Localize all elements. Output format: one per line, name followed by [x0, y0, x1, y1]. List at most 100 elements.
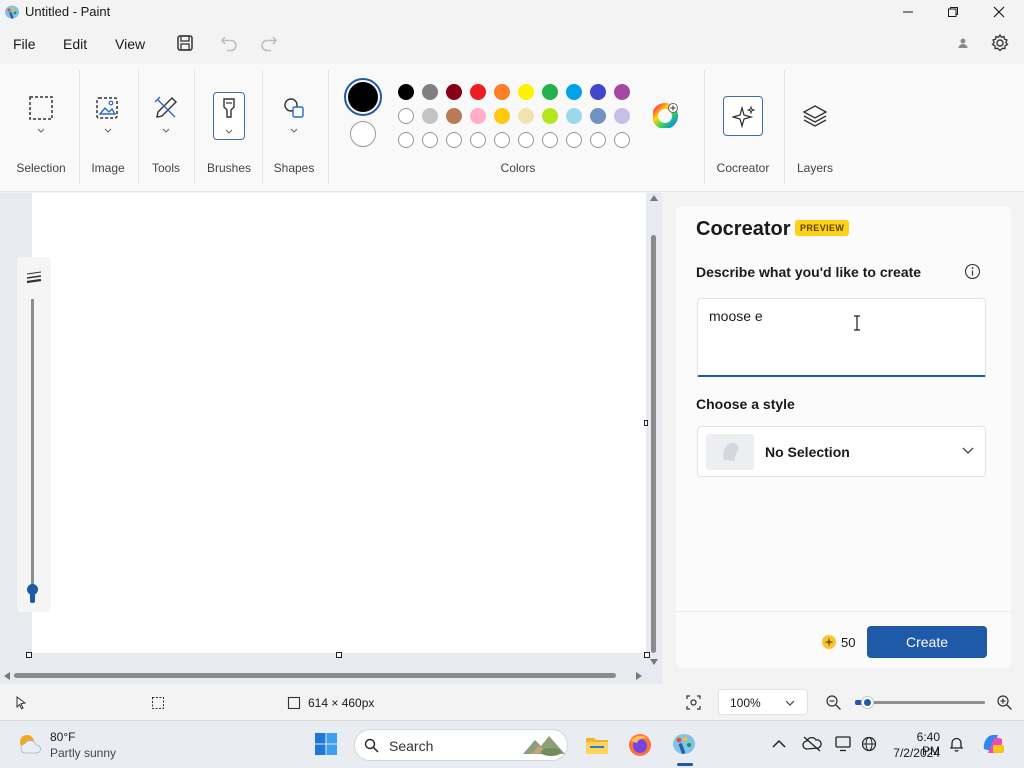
custom-color-slot[interactable] — [446, 132, 462, 148]
shapes-group[interactable]: Shapes — [266, 64, 322, 192]
text-cursor-icon — [854, 315, 860, 331]
minimize-button[interactable] — [885, 0, 931, 24]
color-swatch[interactable] — [518, 84, 534, 100]
custom-color-slot[interactable] — [542, 132, 558, 148]
preview-badge: PREVIEW — [795, 220, 850, 236]
selection-group[interactable]: Selection — [6, 64, 76, 192]
show-hidden-icons-chevron-icon[interactable] — [772, 738, 786, 750]
tools-group[interactable]: Tools — [141, 64, 191, 192]
color-swatch[interactable] — [422, 84, 438, 100]
vertical-scrollbar[interactable] — [648, 193, 660, 667]
brush-size-slider[interactable] — [17, 257, 51, 612]
window-title: Untitled - Paint — [25, 4, 111, 19]
secondary-color-swatch[interactable] — [350, 121, 376, 147]
drawing-canvas[interactable] — [32, 193, 646, 653]
zoom-slider[interactable] — [855, 694, 985, 711]
custom-color-slot[interactable] — [614, 132, 630, 148]
zoom-in-icon[interactable] — [996, 694, 1013, 711]
custom-color-slot[interactable] — [518, 132, 534, 148]
zoom-dropdown[interactable]: 100% — [718, 689, 808, 715]
color-swatch[interactable] — [590, 108, 606, 124]
brushes-button[interactable] — [213, 92, 245, 140]
resize-handle-bottom-left[interactable] — [26, 652, 32, 658]
zoom-slider-track — [855, 701, 985, 704]
style-dropdown[interactable]: No Selection — [697, 426, 986, 477]
horizontal-scrollbar[interactable] — [0, 669, 650, 681]
chevron-down-icon — [962, 447, 974, 454]
info-icon[interactable] — [964, 263, 981, 280]
color-swatch[interactable] — [422, 108, 438, 124]
custom-color-slot[interactable] — [590, 132, 606, 148]
describe-label: Describe what you'd like to create — [696, 264, 922, 280]
canvas-size-icon — [287, 696, 301, 710]
scroll-right-icon[interactable] — [636, 672, 642, 680]
slider-thumb[interactable] — [27, 584, 38, 595]
color-swatch[interactable] — [470, 84, 486, 100]
color-swatch[interactable] — [566, 84, 582, 100]
fit-to-window-icon[interactable] — [685, 694, 702, 711]
clock-date[interactable]: 7/2/2024 — [890, 746, 940, 760]
display-icon[interactable] — [834, 735, 852, 753]
vertical-scroll-thumb[interactable] — [651, 235, 656, 653]
custom-color-slot[interactable] — [398, 132, 414, 148]
color-swatch[interactable] — [566, 108, 582, 124]
layers-group[interactable]: Layers — [786, 64, 844, 192]
color-swatch[interactable] — [542, 84, 558, 100]
resize-handle-bottom[interactable] — [336, 652, 342, 658]
brushes-group[interactable]: Brushes — [203, 64, 255, 192]
cocreator-button[interactable] — [723, 96, 763, 136]
color-swatch[interactable] — [494, 84, 510, 100]
custom-color-slot[interactable] — [422, 132, 438, 148]
color-swatch[interactable] — [614, 84, 630, 100]
cloud-sync-off-icon[interactable] — [802, 735, 822, 753]
save-icon[interactable] — [175, 33, 195, 53]
zoom-slider-thumb[interactable] — [862, 697, 874, 708]
stroke-size-icon — [26, 271, 42, 284]
weather-partly-sunny-icon[interactable] — [16, 731, 42, 757]
file-explorer-icon[interactable] — [584, 732, 610, 758]
panel-title: Cocreator — [696, 218, 791, 240]
notification-bell-icon[interactable] — [948, 735, 965, 753]
image-group[interactable]: Image — [82, 64, 134, 192]
windows-start-icon[interactable] — [314, 732, 338, 756]
network-globe-icon[interactable] — [860, 735, 878, 753]
slider-track — [31, 299, 34, 589]
settings-gear-icon[interactable] — [990, 33, 1010, 53]
create-button[interactable]: Create — [867, 626, 987, 658]
paint-taskbar-icon[interactable] — [671, 731, 697, 757]
color-swatch[interactable] — [542, 108, 558, 124]
menu-edit[interactable]: Edit — [63, 36, 87, 52]
prompt-input[interactable] — [697, 298, 986, 377]
close-button[interactable] — [976, 0, 1022, 24]
custom-color-slot[interactable] — [494, 132, 510, 148]
color-swatch[interactable] — [614, 108, 630, 124]
color-swatch[interactable] — [446, 108, 462, 124]
account-icon[interactable] — [954, 35, 972, 51]
cocreator-group[interactable]: Cocreator — [704, 64, 782, 192]
custom-color-slot[interactable] — [470, 132, 486, 148]
selection-label: Selection — [16, 161, 66, 175]
color-swatch[interactable] — [590, 84, 606, 100]
menu-file[interactable]: File — [13, 36, 36, 52]
scroll-up-icon[interactable] — [650, 195, 658, 201]
horizontal-scroll-thumb[interactable] — [14, 673, 616, 678]
undo-icon[interactable] — [219, 33, 239, 53]
color-picker-icon[interactable] — [653, 102, 679, 128]
color-swatch[interactable] — [470, 108, 486, 124]
menu-view[interactable]: View — [115, 36, 145, 52]
color-swatch[interactable] — [494, 108, 510, 124]
color-swatch[interactable] — [518, 108, 534, 124]
scroll-down-icon[interactable] — [650, 659, 658, 665]
redo-icon[interactable] — [259, 33, 279, 53]
color-swatch[interactable] — [446, 84, 462, 100]
color-swatch[interactable] — [398, 84, 414, 100]
zoom-out-icon[interactable] — [825, 694, 842, 711]
taskbar-search[interactable]: Search — [354, 729, 568, 761]
scroll-left-icon[interactable] — [4, 672, 10, 680]
firefox-icon[interactable] — [627, 732, 653, 758]
maximize-button[interactable] — [930, 0, 976, 24]
custom-color-slot[interactable] — [566, 132, 582, 148]
primary-color-swatch[interactable] — [344, 78, 382, 116]
color-swatch[interactable] — [398, 108, 414, 124]
copilot-icon[interactable] — [980, 731, 1006, 757]
